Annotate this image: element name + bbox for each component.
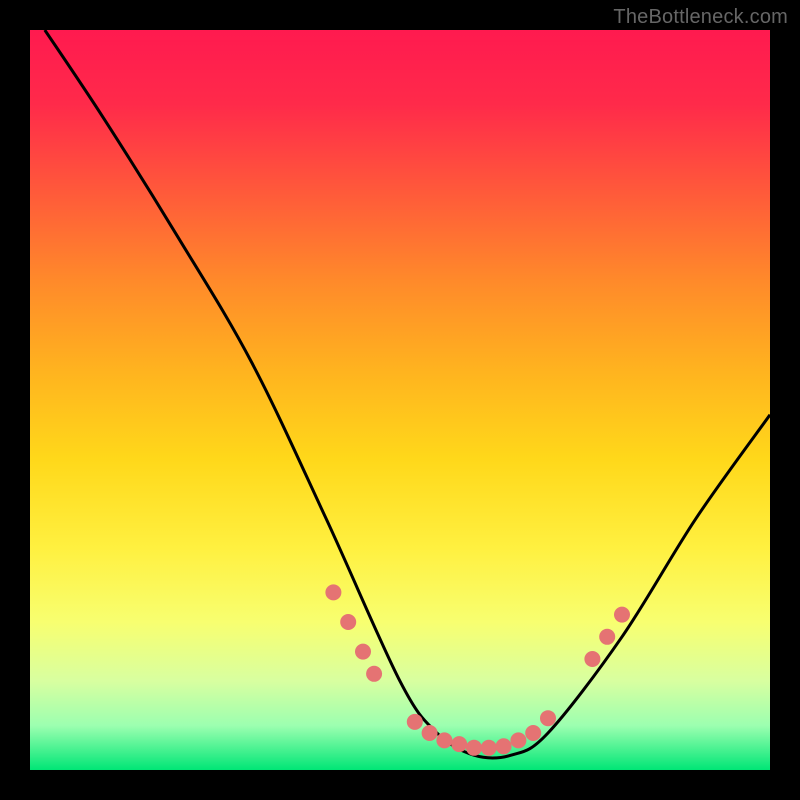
curve-marker: [466, 740, 482, 756]
curve-marker: [496, 738, 512, 754]
curve-marker: [325, 584, 341, 600]
curve-marker: [451, 736, 467, 752]
curve-marker: [422, 725, 438, 741]
gradient-plot-area: [30, 30, 770, 770]
curve-marker: [436, 732, 452, 748]
curve-marker: [407, 714, 423, 730]
curve-marker: [525, 725, 541, 741]
curve-svg: [30, 30, 770, 770]
curve-marker: [510, 732, 526, 748]
curve-marker: [355, 644, 371, 660]
curve-marker: [366, 666, 382, 682]
curve-marker: [481, 740, 497, 756]
bottleneck-curve: [45, 30, 770, 758]
curve-marker: [340, 614, 356, 630]
curve-marker: [584, 651, 600, 667]
curve-markers: [325, 584, 630, 755]
curve-marker: [614, 607, 630, 623]
curve-marker: [599, 629, 615, 645]
curve-marker: [540, 710, 556, 726]
chart-stage: TheBottleneck.com: [0, 0, 800, 800]
watermark-text: TheBottleneck.com: [613, 6, 788, 29]
